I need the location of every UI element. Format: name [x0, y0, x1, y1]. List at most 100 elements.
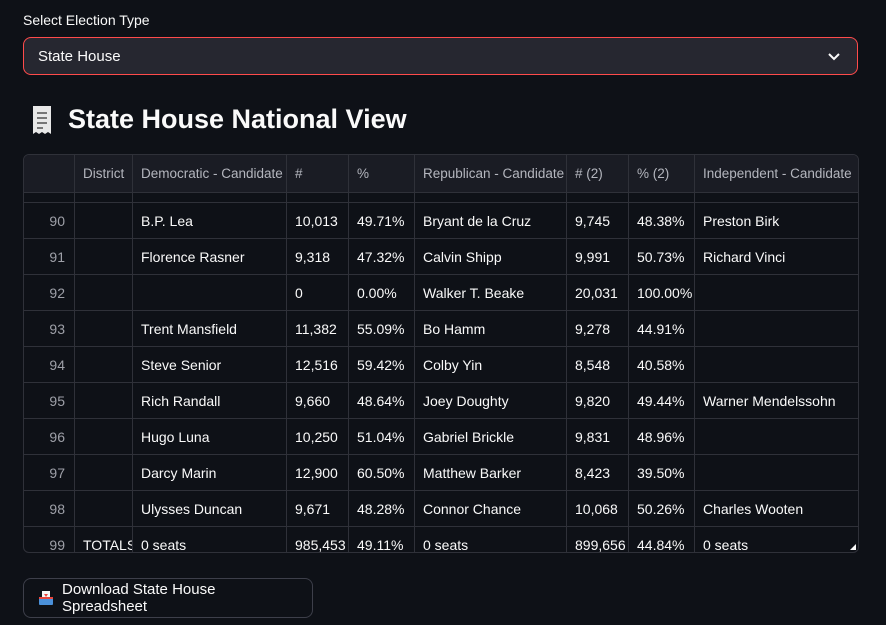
table-cell[interactable]: Ulysses Duncan — [133, 491, 287, 526]
table-cell[interactable]: Florence Rasner — [133, 239, 287, 274]
table-cell[interactable]: Charles Wooten — [695, 491, 858, 526]
table-cell[interactable] — [695, 419, 858, 454]
table-cell[interactable]: 0 seats — [133, 527, 287, 552]
table-cell[interactable]: 10,250 — [287, 419, 349, 454]
table-cell[interactable] — [695, 347, 858, 382]
table-cell[interactable]: 985,453 — [287, 527, 349, 552]
results-table[interactable]: District Democratic - Candidate # % Repu… — [23, 154, 859, 553]
table-cell[interactable]: Connor Chance — [415, 491, 567, 526]
column-header[interactable]: Democratic - Candidate — [133, 155, 287, 192]
column-header[interactable]: Independent - Candidate — [695, 155, 858, 192]
table-cell[interactable]: 0 seats — [415, 527, 567, 552]
table-cell[interactable]: 48.96% — [629, 419, 695, 454]
table-cell[interactable]: Bo Hamm — [415, 311, 567, 346]
table-cell[interactable]: Colby Yin — [415, 347, 567, 382]
table-cell[interactable]: Walker T. Beake — [415, 275, 567, 310]
table-cell[interactable]: 55.09% — [349, 311, 415, 346]
table-cell[interactable]: 50.73% — [629, 239, 695, 274]
election-type-select[interactable]: State House — [23, 37, 858, 75]
table-cell[interactable]: Joey Doughty — [415, 383, 567, 418]
table-cell[interactable]: Richard Vinci — [695, 239, 858, 274]
table-cell[interactable]: 9,820 — [567, 383, 629, 418]
column-header[interactable]: District — [75, 155, 133, 192]
table-cell[interactable]: 48.64% — [349, 383, 415, 418]
table-cell[interactable]: 8,423 — [567, 455, 629, 490]
table-cell[interactable]: Warner Mendelssohn — [695, 383, 858, 418]
resize-handle-icon[interactable] — [850, 544, 856, 550]
table-cell[interactable] — [75, 239, 133, 274]
table-cell[interactable]: 9,660 — [287, 383, 349, 418]
table-cell[interactable]: 12,900 — [287, 455, 349, 490]
table-cell[interactable]: 9,831 — [567, 419, 629, 454]
download-spreadsheet-button[interactable]: Download State House Spreadsheet — [23, 578, 313, 618]
table-cell[interactable]: Trent Mansfield — [133, 311, 287, 346]
column-header[interactable]: Republican - Candidate — [415, 155, 567, 192]
table-cell[interactable]: 100.00% — [629, 275, 695, 310]
table-cell[interactable]: Hugo Luna — [133, 419, 287, 454]
table-cell[interactable]: 9,278 — [567, 311, 629, 346]
row-index[interactable]: 94 — [24, 347, 75, 382]
table-cell[interactable]: 48.28% — [349, 491, 415, 526]
table-cell[interactable]: 48.38% — [629, 203, 695, 238]
table-cell[interactable]: Matthew Barker — [415, 455, 567, 490]
row-index[interactable]: 98 — [24, 491, 75, 526]
table-cell[interactable]: 10,013 — [287, 203, 349, 238]
table-cell[interactable]: 49.11% — [349, 527, 415, 552]
table-cell[interactable]: 0 — [287, 275, 349, 310]
table-cell[interactable]: 51.04% — [349, 419, 415, 454]
table-cell[interactable]: 49.71% — [349, 203, 415, 238]
table-cell[interactable]: 49.44% — [629, 383, 695, 418]
table-cell[interactable] — [75, 311, 133, 346]
table-cell[interactable]: Darcy Marin — [133, 455, 287, 490]
table-cell[interactable]: Steve Senior — [133, 347, 287, 382]
table-cell[interactable]: 59.42% — [349, 347, 415, 382]
row-index[interactable]: 95 — [24, 383, 75, 418]
row-index[interactable]: 91 — [24, 239, 75, 274]
table-cell[interactable] — [75, 275, 133, 310]
table-cell[interactable]: 899,656 — [567, 527, 629, 552]
row-index[interactable]: 93 — [24, 311, 75, 346]
table-cell[interactable]: Calvin Shipp — [415, 239, 567, 274]
table-cell[interactable]: Gabriel Brickle — [415, 419, 567, 454]
table-cell[interactable] — [75, 203, 133, 238]
column-header[interactable]: # (2) — [567, 155, 629, 192]
table-cell[interactable]: B.P. Lea — [133, 203, 287, 238]
row-index[interactable]: 90 — [24, 203, 75, 238]
table-cell[interactable]: Rich Randall — [133, 383, 287, 418]
column-header[interactable]: % — [349, 155, 415, 192]
table-cell[interactable]: 10,068 — [567, 491, 629, 526]
column-header[interactable] — [24, 155, 75, 192]
table-cell[interactable] — [75, 383, 133, 418]
table-cell[interactable]: 39.50% — [629, 455, 695, 490]
row-index[interactable]: 92 — [24, 275, 75, 310]
row-index[interactable]: 96 — [24, 419, 75, 454]
row-index[interactable]: 99 — [24, 527, 75, 552]
table-cell[interactable] — [75, 419, 133, 454]
table-cell[interactable] — [75, 491, 133, 526]
table-cell[interactable]: 40.58% — [629, 347, 695, 382]
table-cell[interactable]: TOTALS — [75, 527, 133, 552]
table-cell[interactable] — [695, 311, 858, 346]
table-cell[interactable]: Bryant de la Cruz — [415, 203, 567, 238]
row-index[interactable]: 97 — [24, 455, 75, 490]
table-cell[interactable]: 0.00% — [349, 275, 415, 310]
column-header[interactable]: % (2) — [629, 155, 695, 192]
table-cell[interactable]: 9,745 — [567, 203, 629, 238]
table-cell[interactable]: 11,382 — [287, 311, 349, 346]
table-cell[interactable]: 9,671 — [287, 491, 349, 526]
table-cell[interactable] — [695, 275, 858, 310]
table-cell[interactable]: 44.91% — [629, 311, 695, 346]
table-cell[interactable]: 8,548 — [567, 347, 629, 382]
table-cell[interactable]: 0 seats — [695, 527, 858, 553]
table-cell[interactable]: 50.26% — [629, 491, 695, 526]
table-cell[interactable]: 12,516 — [287, 347, 349, 382]
table-cell[interactable] — [695, 455, 858, 490]
table-cell[interactable] — [133, 275, 287, 310]
table-cell[interactable] — [75, 347, 133, 382]
table-cell[interactable]: 47.32% — [349, 239, 415, 274]
table-cell[interactable]: 9,991 — [567, 239, 629, 274]
table-cell[interactable]: 60.50% — [349, 455, 415, 490]
table-cell[interactable]: 44.84% — [629, 527, 695, 552]
table-cell[interactable]: Preston Birk — [695, 203, 858, 238]
table-cell[interactable] — [75, 455, 133, 490]
